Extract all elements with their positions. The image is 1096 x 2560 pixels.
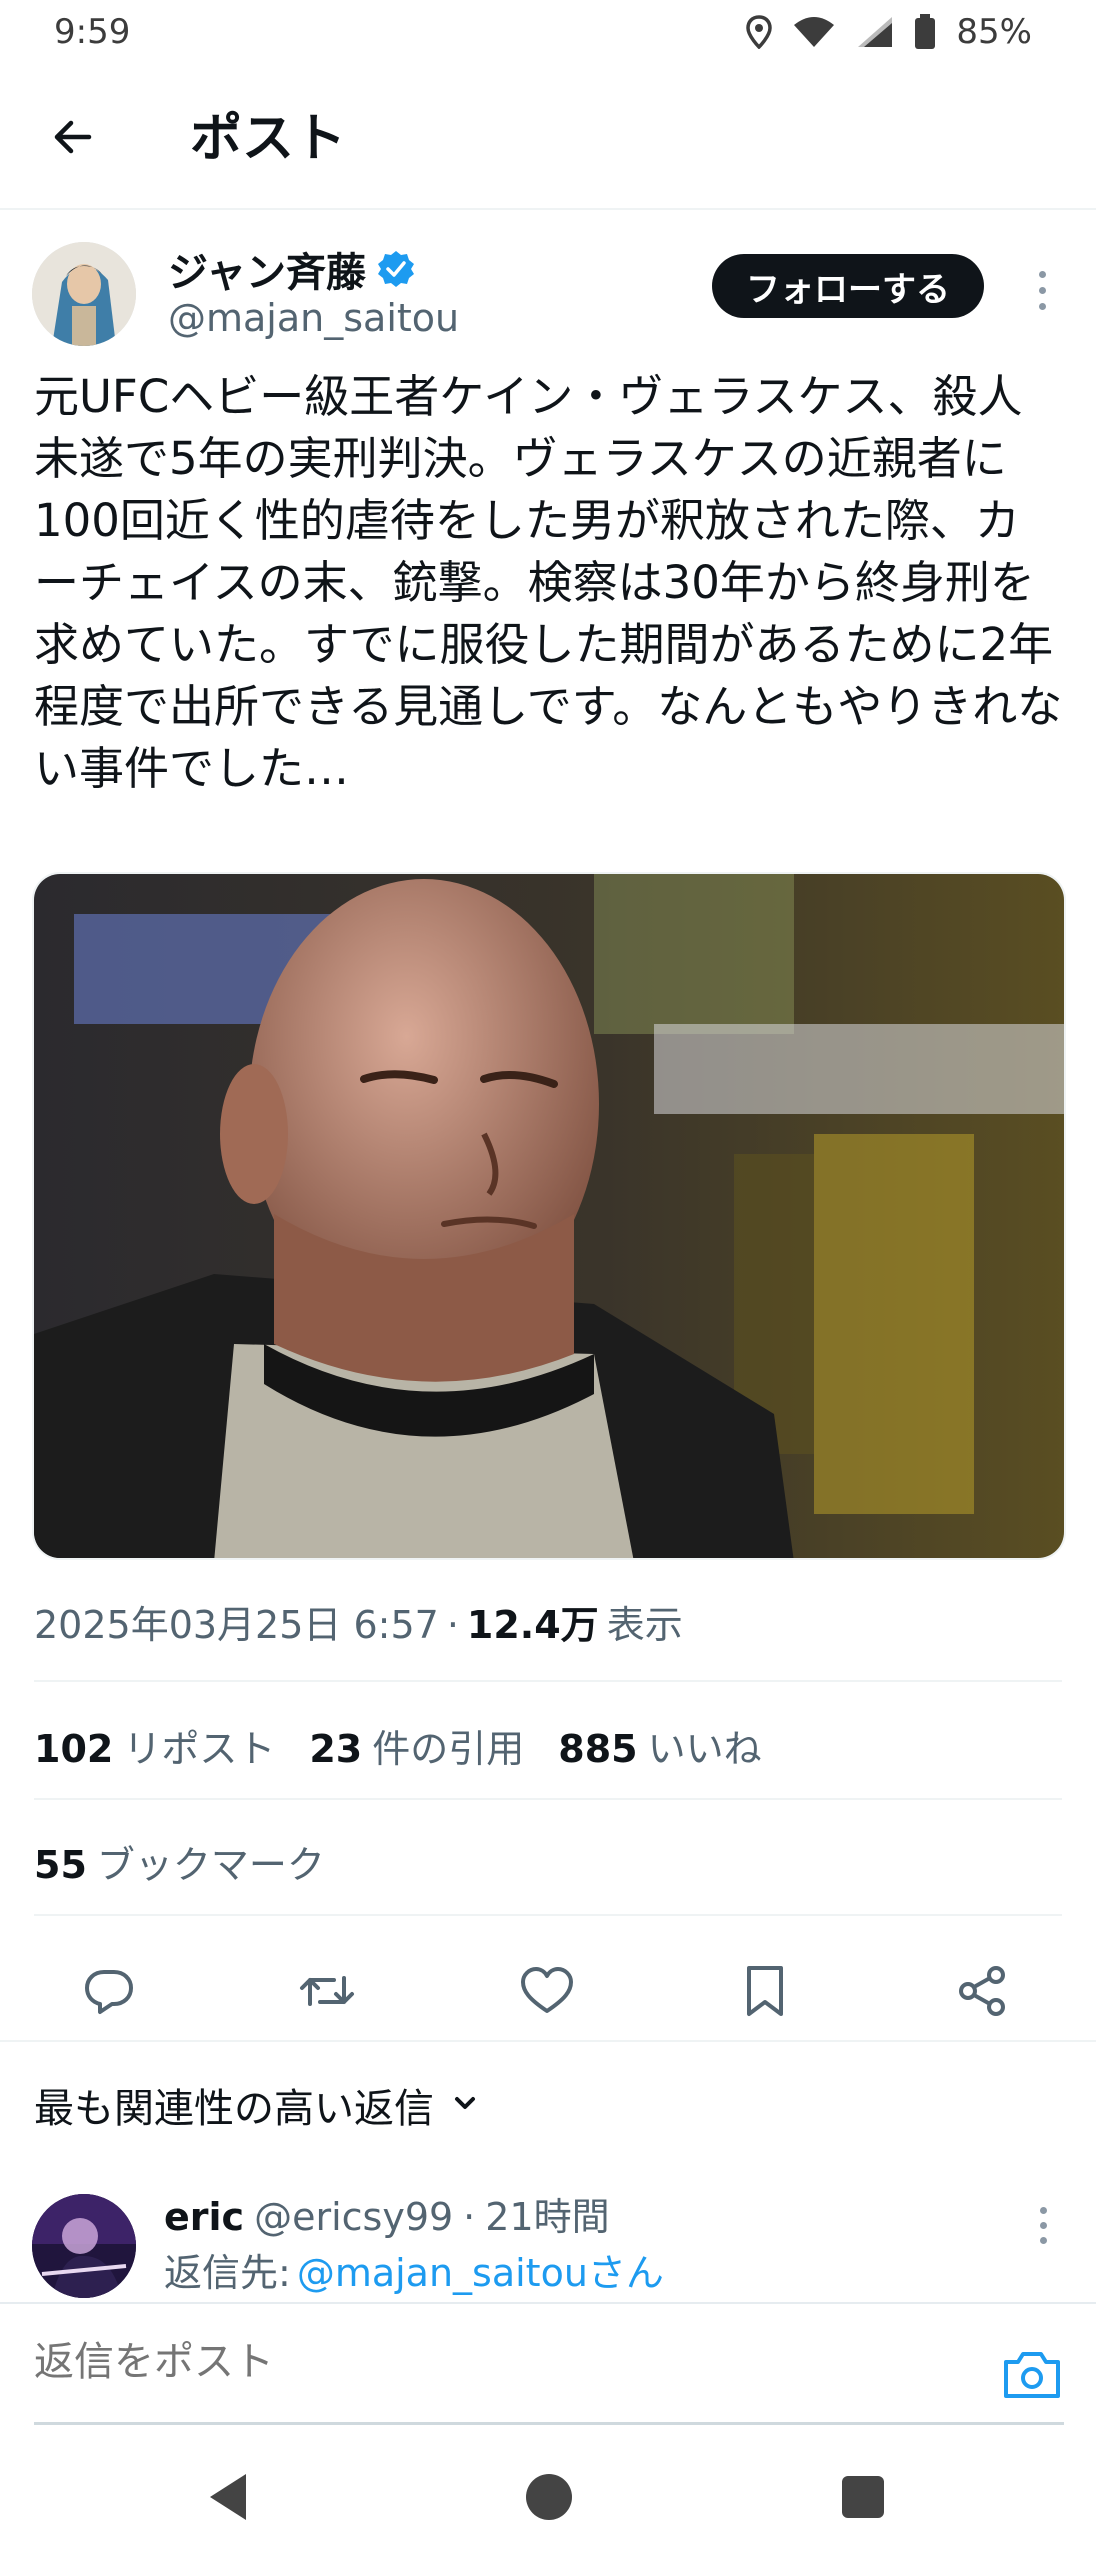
reply-separator: · xyxy=(463,2195,476,2239)
page-title: ポスト xyxy=(190,109,347,169)
views-count: 12.4万 xyxy=(466,1603,599,1647)
bookmark-stats: 55 ブックマーク xyxy=(34,1834,325,1889)
reply-icon xyxy=(82,1964,136,2022)
bookmarks-stat[interactable]: 55 ブックマーク xyxy=(34,1834,325,1889)
battery-icon xyxy=(914,14,936,50)
location-icon xyxy=(746,15,773,49)
chevron-down-icon xyxy=(450,2082,480,2128)
nav-back-icon[interactable] xyxy=(206,2472,250,2526)
arrow-left-icon xyxy=(49,113,97,165)
divider xyxy=(34,1798,1062,1800)
reply-to: 返信先: @majan_saitouさん xyxy=(164,2242,664,2297)
camera-button[interactable] xyxy=(1002,2348,1062,2400)
bookmarks-count: 55 xyxy=(34,1843,87,1887)
likes-count: 885 xyxy=(558,1727,638,1771)
bookmarks-label: ブックマーク xyxy=(96,1843,325,1887)
author-name-row: ジャン斉藤 xyxy=(168,240,416,298)
reply-avatar[interactable] xyxy=(32,2194,136,2298)
meta-separator: · xyxy=(446,1603,459,1647)
system-nav-bar xyxy=(0,2440,1096,2560)
more-dot-icon xyxy=(1038,270,1046,278)
likes-label: いいね xyxy=(647,1727,762,1771)
reply-item[interactable]: eric @ericsy99 · 21時間 返信先: @majan_saitou… xyxy=(0,2180,1096,2300)
reply-header: eric @ericsy99 · 21時間 xyxy=(164,2186,610,2241)
input-underline xyxy=(34,2422,1064,2425)
nav-recent-apps-icon[interactable] xyxy=(842,2476,884,2518)
nav-home-icon[interactable] xyxy=(526,2474,572,2520)
tweet-text: 元UFCヘビー級王者ケイン・ヴェラスケス、殺人未遂で5年の実刑判決。ヴェラスケス… xyxy=(34,370,1063,795)
status-icons: 85% xyxy=(746,12,1032,52)
reply-more-options-button[interactable] xyxy=(1028,2198,1058,2252)
divider xyxy=(34,1680,1062,1682)
tweet-meta: 2025年03月25日 6:57 · 12.4万 表示 xyxy=(34,1594,683,1649)
tweet-author: ジャン斉藤 @majan_saitou フォローする xyxy=(0,230,1096,360)
camera-icon xyxy=(1002,2352,1062,2404)
tweet-timestamp[interactable]: 2025年03月25日 6:57 xyxy=(34,1594,439,1649)
back-button[interactable] xyxy=(40,106,106,172)
status-time: 9:59 xyxy=(54,12,131,52)
signal-icon xyxy=(856,15,894,49)
author-name[interactable]: ジャン斉藤 xyxy=(168,240,366,298)
reply-author-handle[interactable]: @ericsy99 xyxy=(254,2195,453,2239)
more-dot-icon xyxy=(1039,2206,1047,2214)
reposts-label: リポスト xyxy=(123,1727,276,1771)
wifi-icon xyxy=(792,15,836,49)
bookmark-icon xyxy=(743,1964,787,2022)
reposts-stat[interactable]: 102 リポスト xyxy=(34,1718,275,1773)
more-options-button[interactable] xyxy=(1024,260,1060,320)
more-dot-icon xyxy=(1039,2221,1047,2229)
tweet-media-image[interactable] xyxy=(32,872,1066,1560)
repost-icon xyxy=(298,1964,356,2022)
author-avatar[interactable] xyxy=(32,242,136,346)
reply-time[interactable]: 21時間 xyxy=(485,2186,609,2241)
author-handle[interactable]: @majan_saitou xyxy=(168,296,459,340)
verified-badge-icon xyxy=(376,249,416,289)
reply-composer xyxy=(0,2302,1096,2440)
share-icon xyxy=(956,1964,1010,2022)
follow-button[interactable]: フォローする xyxy=(712,254,984,318)
more-dot-icon xyxy=(1038,286,1046,294)
quotes-label: 件の引用 xyxy=(372,1727,525,1771)
like-icon xyxy=(519,1965,575,2021)
page-header: ポスト xyxy=(0,66,1096,210)
repost-button[interactable] xyxy=(294,1960,360,2026)
reply-to-prefix: 返信先: xyxy=(164,2251,291,2295)
divider xyxy=(0,2040,1096,2042)
views-label: 表示 xyxy=(606,1603,683,1647)
reply-to-link[interactable]: @majan_saitouさん xyxy=(297,2242,664,2297)
divider xyxy=(34,1914,1062,1916)
reply-input[interactable] xyxy=(34,2340,934,2385)
reply-button[interactable] xyxy=(76,1960,142,2026)
tweet-actions xyxy=(0,1938,1096,2048)
reposts-count: 102 xyxy=(34,1727,114,1771)
more-dot-icon xyxy=(1038,302,1046,310)
quotes-count: 23 xyxy=(309,1727,363,1771)
reply-author-name[interactable]: eric xyxy=(164,2195,244,2239)
battery-percent: 85% xyxy=(956,12,1032,52)
quotes-stat[interactable]: 23 件の引用 xyxy=(309,1718,524,1773)
like-button[interactable] xyxy=(514,1960,580,2026)
share-button[interactable] xyxy=(950,1960,1016,2026)
more-dot-icon xyxy=(1039,2236,1047,2244)
replies-sort-dropdown[interactable]: 最も関連性の高い返信 xyxy=(34,2076,480,2134)
likes-stat[interactable]: 885 いいね xyxy=(558,1718,761,1773)
engagement-stats: 102 リポスト 23 件の引用 885 いいね xyxy=(34,1718,762,1773)
status-bar: 9:59 85% xyxy=(0,0,1096,66)
replies-sort-label: 最も関連性の高い返信 xyxy=(34,2086,434,2132)
bookmark-button[interactable] xyxy=(732,1960,798,2026)
